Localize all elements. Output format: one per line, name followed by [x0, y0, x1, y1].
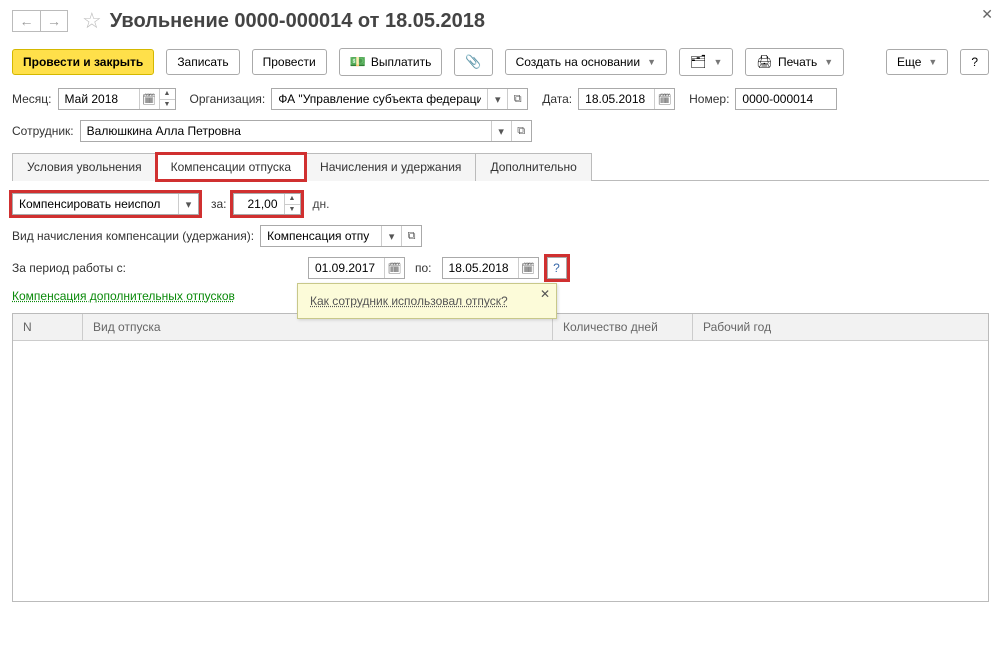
nav-forward-button[interactable]: →	[40, 10, 68, 32]
vacation-usage-help-button[interactable]: ?	[547, 257, 567, 279]
month-label: Месяц:	[12, 92, 52, 106]
org-input[interactable]	[272, 90, 487, 108]
chevron-down-icon: ▼	[714, 57, 723, 67]
month-input[interactable]	[59, 90, 139, 108]
tooltip-close-icon[interactable]: ✕	[540, 287, 550, 301]
date-input[interactable]	[579, 90, 654, 108]
table-body[interactable]	[13, 341, 988, 601]
calendar-icon[interactable]: 🗓	[518, 258, 538, 278]
period-from-input[interactable]	[309, 259, 384, 277]
printer-icon: 🖨	[756, 54, 773, 70]
money-icon: 💵	[350, 54, 366, 70]
date-label: Дата:	[542, 92, 572, 106]
create-based-on-button[interactable]: Создать на основании ▼	[505, 49, 667, 75]
tabs: Условия увольнения Компенсации отпуска Н…	[12, 152, 989, 181]
close-icon[interactable]: ✕	[981, 6, 993, 23]
nav-back-button[interactable]: ←	[12, 10, 40, 32]
org-label: Организация:	[190, 92, 266, 106]
paperclip-icon: 📎	[465, 54, 481, 70]
dropdown-icon[interactable]: ▾	[178, 194, 198, 214]
open-icon[interactable]: ⧉	[511, 121, 531, 141]
pay-button-label: Выплатить	[371, 55, 432, 69]
calendar-icon[interactable]: 🗓	[654, 89, 674, 109]
month-field[interactable]: 🗓 ▲▼	[58, 88, 176, 110]
for-label: за:	[211, 197, 227, 211]
period-to-field[interactable]: 🗓	[442, 257, 539, 279]
attachments-button[interactable]: 📎	[454, 48, 492, 76]
period-to-label: по:	[415, 261, 432, 275]
compensation-type-input[interactable]	[13, 195, 178, 213]
tooltip-link[interactable]: Как сотрудник использовал отпуск?	[310, 294, 508, 308]
number-field[interactable]	[735, 88, 837, 110]
employee-label: Сотрудник:	[12, 124, 74, 138]
days-field[interactable]: ▲▼	[233, 193, 301, 215]
help-button[interactable]: ?	[960, 49, 989, 75]
days-spinner[interactable]: ▲▼	[284, 194, 300, 214]
register-icon: 🗂	[690, 54, 707, 70]
post-button[interactable]: Провести	[252, 49, 327, 75]
period-to-input[interactable]	[443, 259, 518, 277]
employee-field[interactable]: ▾ ⧉	[80, 120, 532, 142]
period-from-field[interactable]: 🗓	[308, 257, 405, 279]
save-button[interactable]: Записать	[166, 49, 239, 75]
window-title: Увольнение 0000-000014 от 18.05.2018	[110, 10, 485, 33]
calendar-icon[interactable]: 🗓	[139, 89, 159, 109]
titlebar: ← → ☆ Увольнение 0000-000014 от 18.05.20…	[12, 8, 989, 34]
chevron-down-icon: ▼	[647, 57, 656, 67]
dropdown-icon[interactable]: ▾	[487, 89, 507, 109]
pay-button[interactable]: 💵 Выплатить	[339, 48, 443, 76]
col-days-count: Количество дней	[553, 314, 693, 340]
calendar-icon[interactable]: 🗓	[384, 258, 404, 278]
org-field[interactable]: ▾ ⧉	[271, 88, 528, 110]
dropdown-icon[interactable]: ▾	[381, 226, 401, 246]
date-field[interactable]: 🗓	[578, 88, 675, 110]
accrual-type-label: Вид начисления компенсации (удержания):	[12, 229, 254, 243]
number-label: Номер:	[689, 92, 729, 106]
tab-vacation-compensation[interactable]: Компенсации отпуска	[156, 153, 306, 181]
extra-vacation-compensation-link[interactable]: Компенсация дополнительных отпусков	[12, 289, 235, 303]
print-button[interactable]: 🖨 Печать ▼	[745, 48, 844, 76]
extra-vacation-table: N Вид отпуска Количество дней Рабочий го…	[12, 313, 989, 602]
post-and-close-button[interactable]: Провести и закрыть	[12, 49, 154, 75]
month-spinner[interactable]: ▲▼	[159, 89, 175, 109]
open-icon[interactable]: ⧉	[401, 226, 421, 246]
tab-additional[interactable]: Дополнительно	[475, 153, 591, 181]
more-button[interactable]: Еще ▼	[886, 49, 948, 75]
create-based-label: Создать на основании	[516, 55, 641, 69]
accrual-type-field[interactable]: ▾ ⧉	[260, 225, 422, 247]
chevron-down-icon: ▼	[824, 57, 833, 67]
print-button-label: Печать	[778, 55, 817, 69]
col-n: N	[13, 314, 83, 340]
favorite-star-icon[interactable]: ☆	[82, 8, 102, 34]
tab-dismissal-conditions[interactable]: Условия увольнения	[12, 153, 157, 181]
days-suffix: дн.	[313, 197, 330, 211]
open-icon[interactable]: ⧉	[507, 89, 527, 109]
chevron-down-icon: ▼	[928, 57, 937, 67]
tooltip: ✕ Как сотрудник использовал отпуск?	[297, 283, 557, 319]
tab-accruals-deductions[interactable]: Начисления и удержания	[305, 153, 476, 181]
dropdown-icon[interactable]: ▾	[491, 121, 511, 141]
period-label: За период работы с:	[12, 261, 302, 275]
toolbar: Провести и закрыть Записать Провести 💵 В…	[12, 48, 989, 76]
more-button-label: Еще	[897, 55, 921, 69]
register-button[interactable]: 🗂 ▼	[679, 48, 733, 76]
days-input[interactable]	[234, 195, 284, 213]
accrual-type-input[interactable]	[261, 227, 381, 245]
col-work-year: Рабочий год	[693, 314, 988, 340]
compensation-type-field[interactable]: ▾	[12, 193, 199, 215]
employee-input[interactable]	[81, 122, 491, 140]
number-input[interactable]	[736, 90, 836, 108]
